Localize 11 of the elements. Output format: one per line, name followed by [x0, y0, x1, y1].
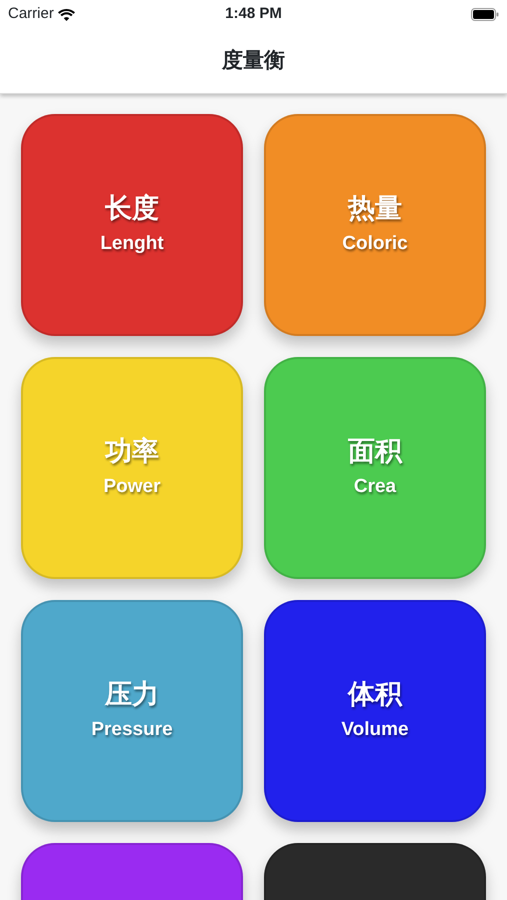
category-tile[interactable]: 体积 Volume: [264, 600, 486, 822]
category-tile[interactable]: 长度 Lenght: [21, 114, 243, 336]
carrier-label: Carrier: [8, 4, 54, 24]
nav-title: 度量衡: [222, 48, 285, 74]
category-tile[interactable]: 面积 Crea: [264, 357, 486, 579]
category-tile[interactable]: 压力 Pressure: [21, 600, 243, 822]
category-tile[interactable]: 热量 Coloric: [264, 114, 486, 336]
category-tile[interactable]: 功率 Power: [21, 357, 243, 579]
battery-icon: [470, 8, 499, 20]
wifi-icon: [58, 8, 75, 20]
time-label: 1:48 PM: [225, 4, 282, 24]
